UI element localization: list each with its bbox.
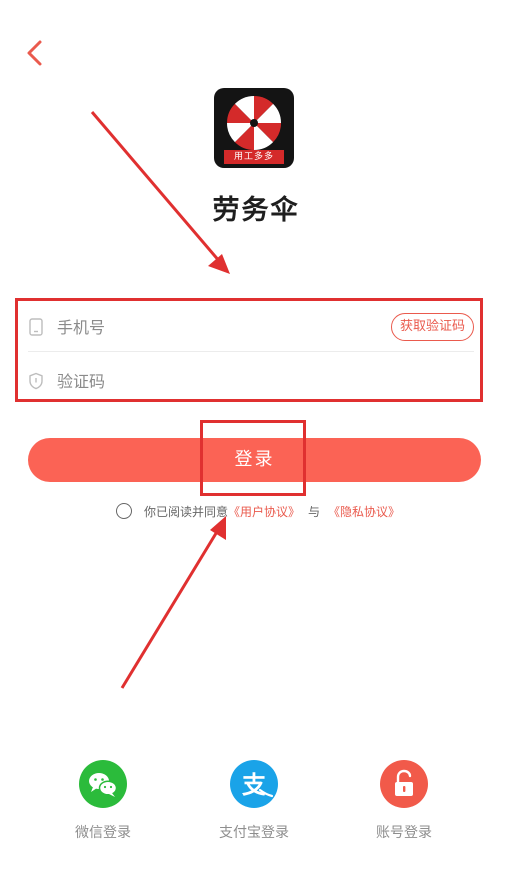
phone-row: 获取验证码 <box>28 303 474 352</box>
phone-input[interactable] <box>57 317 391 337</box>
alipay-icon: 支 <box>242 771 274 799</box>
agreement-row: 你已阅读并同意 《用户协议》 与 《隐私协议》 <box>116 502 400 520</box>
verification-code-input[interactable] <box>57 371 474 391</box>
app-logo: 用工多多 <box>214 88 294 168</box>
account-circle <box>380 760 428 808</box>
account-login-button[interactable]: 账号登录 <box>349 760 459 842</box>
wechat-icon <box>89 773 118 797</box>
agreement-radio[interactable] <box>116 503 132 519</box>
account-login-label: 账号登录 <box>376 825 432 841</box>
arrow-to-login <box>120 516 226 689</box>
agreement-separator: 与 <box>308 504 321 519</box>
wechat-circle <box>79 760 127 808</box>
alipay-circle: 支 <box>230 760 278 808</box>
phone-icon <box>29 318 43 336</box>
code-row <box>28 357 474 405</box>
lock-icon <box>395 769 413 796</box>
login-page: 用工多多 劳务伞 获取验证码 登录 你已阅读并同意 《用户协议》 与 《隐私协议… <box>0 0 512 895</box>
back-button[interactable] <box>20 38 50 68</box>
chevron-left-icon <box>27 40 42 66</box>
wechat-login-button[interactable]: 微信登录 <box>48 760 158 842</box>
login-form: 获取验证码 <box>15 298 483 402</box>
svg-text:支: 支 <box>242 771 267 799</box>
get-code-button[interactable]: 获取验证码 <box>390 313 474 341</box>
alipay-login-button[interactable]: 支 支付宝登录 <box>199 760 309 842</box>
alipay-login-label: 支付宝登录 <box>219 825 289 841</box>
agreement-text: 你已阅读并同意 <box>144 504 229 519</box>
privacy-policy-link[interactable]: 《隐私协议》 <box>328 503 400 520</box>
shield-icon <box>29 372 43 390</box>
wechat-login-label: 微信登录 <box>75 825 131 841</box>
login-button[interactable]: 登录 <box>28 438 481 482</box>
app-name: 劳务伞 <box>212 195 300 226</box>
logo-caption: 用工多多 <box>224 150 284 164</box>
user-agreement-link[interactable]: 《用户协议》 <box>228 503 300 520</box>
